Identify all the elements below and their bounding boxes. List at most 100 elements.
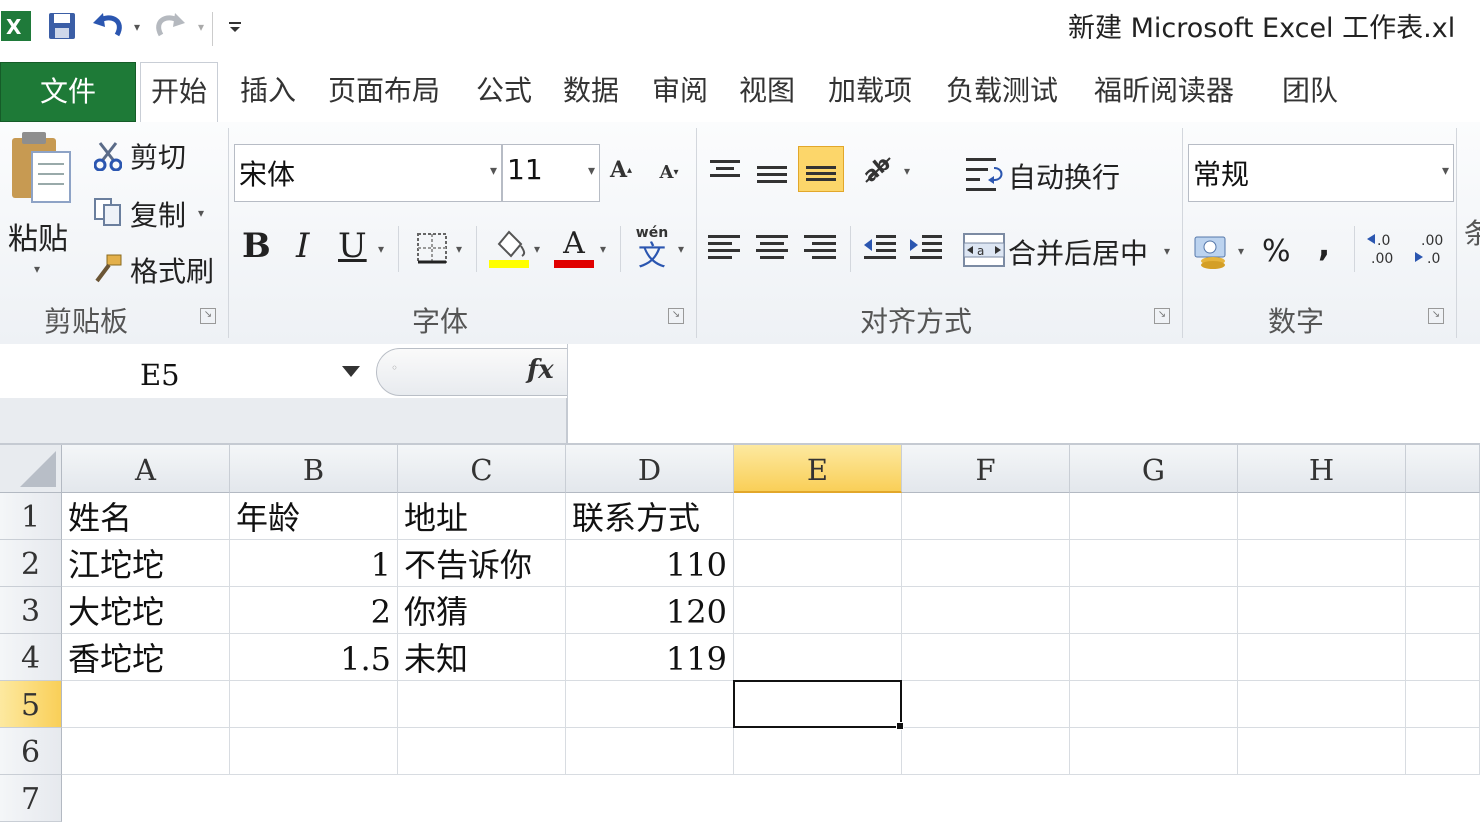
select-all-button[interactable] [0,445,62,493]
fill-color-dropdown-icon[interactable]: ▾ [534,242,540,256]
cell-e6[interactable] [734,728,902,775]
tab-view[interactable]: 视图 [739,60,795,122]
insert-function-button[interactable]: fx [527,355,554,385]
align-center-icon[interactable] [752,230,792,264]
column-header-g[interactable]: G [1070,445,1238,493]
cell-d5[interactable] [566,681,734,728]
column-header-f[interactable]: F [902,445,1070,493]
cell-h3[interactable] [1238,587,1406,634]
cell-g1[interactable] [1070,493,1238,540]
align-right-icon[interactable] [800,230,840,264]
decrease-indent-icon[interactable] [860,230,900,264]
cell-f4[interactable] [902,634,1070,681]
column-header-partial[interactable] [1406,445,1480,493]
tab-formulas[interactable]: 公式 [476,60,532,122]
cell-g3[interactable] [1070,587,1238,634]
underline-button[interactable]: U [338,226,367,266]
row-header-3[interactable]: 3 [0,587,62,634]
italic-button[interactable]: I [296,226,309,266]
cell-g5[interactable] [1070,681,1238,728]
redo-icon[interactable] [152,8,188,44]
cell-e1[interactable] [734,493,902,540]
cell-d1[interactable]: 联系方式 [566,493,734,540]
tab-insert[interactable]: 插入 [240,60,296,122]
copy-icon[interactable] [92,196,124,228]
cell-a6[interactable] [62,728,230,775]
cell-g2[interactable] [1070,540,1238,587]
tab-add-ins[interactable]: 加载项 [828,60,912,122]
cell-d2[interactable]: 110 [566,540,734,587]
paste-dropdown-icon[interactable]: ▾ [34,262,40,276]
row-header-5[interactable]: 5 [0,681,62,728]
active-cell-cursor[interactable] [733,680,904,730]
cell-a1[interactable]: 姓名 [62,493,230,540]
drag-handle-icon[interactable]: ◦ [391,361,398,375]
bold-button[interactable]: B [242,226,271,266]
format-painter-button[interactable]: 格式刷 [130,250,214,290]
excel-icon[interactable]: X [0,8,32,44]
tab-team[interactable]: 团队 [1282,60,1338,122]
chevron-down-icon[interactable] [342,366,360,377]
cell-c5[interactable] [398,681,566,728]
cell-c1[interactable]: 地址 [398,493,566,540]
cell-g6[interactable] [1070,728,1238,775]
shrink-font-icon[interactable]: A ▾ [654,156,684,188]
fill-handle[interactable] [896,722,904,730]
name-box[interactable]: E5 [0,348,372,400]
cell-c6[interactable] [398,728,566,775]
align-left-icon[interactable] [704,230,744,264]
merge-dropdown-icon[interactable]: ▾ [1164,244,1170,258]
format-painter-icon[interactable] [92,252,124,284]
font-launcher-icon[interactable]: ↘ [668,308,684,324]
phonetic-guide-icon[interactable]: wén 文 [630,224,674,272]
cell-partial[interactable] [1406,587,1480,634]
undo-dropdown-icon[interactable]: ▾ [134,20,140,34]
phonetic-dropdown-icon[interactable]: ▾ [678,242,684,256]
row-header-4[interactable]: 4 [0,634,62,681]
tab-load-test[interactable]: 负载测试 [946,60,1058,122]
alignment-launcher-icon[interactable]: ↘ [1154,308,1170,324]
chevron-down-icon[interactable]: ▾ [1442,163,1449,179]
number-launcher-icon[interactable]: ↘ [1428,308,1444,324]
accounting-format-icon[interactable] [1192,230,1232,270]
cell-a3[interactable]: 大坨坨 [62,587,230,634]
formula-input[interactable] [567,344,1480,443]
styles-group-partial-label[interactable]: 条 [1464,212,1480,252]
wrap-text-button[interactable]: 自动换行 [1008,156,1120,196]
underline-dropdown-icon[interactable]: ▾ [378,242,384,256]
merge-center-icon[interactable]: a [962,230,1006,270]
fill-color-icon[interactable] [488,226,530,270]
row-header-1[interactable]: 1 [0,493,62,540]
orientation-dropdown-icon[interactable]: ▾ [904,164,910,178]
cell-h4[interactable] [1238,634,1406,681]
cell-b6[interactable] [230,728,398,775]
column-header-h[interactable]: H [1238,445,1406,493]
cut-button[interactable]: 剪切 [130,136,186,176]
increase-decimal-icon[interactable]: .0.00 [1364,228,1406,270]
customize-qat-icon[interactable] [222,8,248,44]
chevron-down-icon[interactable]: ▾ [588,163,595,179]
column-header-d[interactable]: D [566,445,734,493]
save-icon[interactable] [46,8,78,44]
font-color-dropdown-icon[interactable]: ▾ [600,242,606,256]
cell-partial[interactable] [1406,540,1480,587]
cell-a2[interactable]: 江坨坨 [62,540,230,587]
cell-b2[interactable]: 1 [230,540,398,587]
increase-indent-icon[interactable] [906,230,946,264]
cell-g4[interactable] [1070,634,1238,681]
chevron-down-icon[interactable]: ▾ [490,163,497,179]
tab-home[interactable]: 开始 [140,62,219,124]
cell-f1[interactable] [902,493,1070,540]
cell-partial[interactable] [1406,634,1480,681]
comma-style-button[interactable]: , [1318,226,1330,264]
cell-a5[interactable] [62,681,230,728]
cell-partial[interactable] [1406,493,1480,540]
cell-b1[interactable]: 年龄 [230,493,398,540]
cell-a4[interactable]: 香坨坨 [62,634,230,681]
paste-button[interactable]: 粘贴 [8,214,68,258]
font-color-icon[interactable]: A [554,226,594,270]
borders-icon[interactable] [414,230,450,266]
cell-e4[interactable] [734,634,902,681]
cell-b3[interactable]: 2 [230,587,398,634]
cell-f3[interactable] [902,587,1070,634]
